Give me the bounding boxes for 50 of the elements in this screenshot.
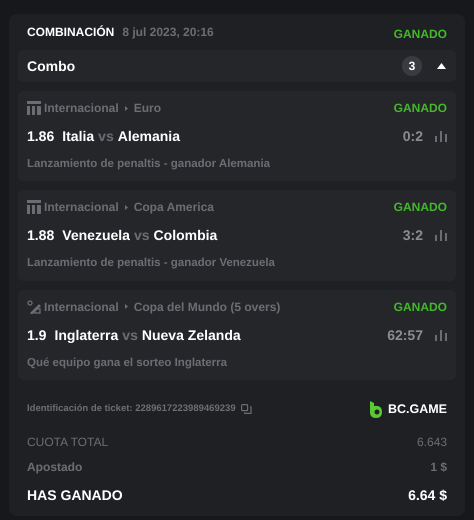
team-name: Alemania	[118, 127, 180, 146]
summary-value: 1 $	[430, 458, 447, 476]
team-name: Inglaterra	[54, 326, 118, 345]
logo-icon	[368, 400, 383, 418]
bet-date: 8 jul 2023, 20:16	[122, 24, 214, 41]
match-status: GANADO	[394, 199, 447, 216]
brand-name: BC.GAME	[388, 400, 447, 418]
combo-header[interactable]: Combo 3	[18, 50, 456, 82]
ticket-id: Identificación de ticket: 2289617223989469239	[27, 402, 236, 416]
summary-value: 6.643	[416, 434, 447, 450]
league-label: Copa del Mundo (5 overs)	[134, 298, 280, 316]
team-name: Colombia	[154, 226, 218, 246]
separator-icon	[124, 304, 128, 309]
summary-label: HAS GANADO	[27, 486, 123, 504]
summary-label: CUOTA TOTAL	[27, 434, 108, 450]
league-label: Copa America	[134, 199, 214, 216]
stats-icon[interactable]	[435, 330, 447, 340]
odds: 1.9	[27, 326, 46, 344]
team-name: Nueva Zelanda	[142, 326, 241, 344]
market-label: Lanzamiento de penaltis - ganador Alemania	[27, 157, 272, 172]
market-label: Qué equipo gana el sorteo Inglaterra	[27, 356, 228, 370]
team-name: Venezuela	[62, 226, 130, 246]
league-label: Internacional	[44, 100, 119, 117]
match-status: GANADO	[394, 298, 447, 316]
team-name: Italia	[62, 127, 94, 146]
combo-label: Combo	[27, 56, 76, 76]
count-badge: 3	[402, 56, 422, 76]
separator-icon	[124, 204, 128, 210]
score: 3:2	[402, 226, 423, 246]
match-status: GANADO	[394, 100, 447, 117]
bet-status: GANADO	[394, 26, 447, 43]
stats-icon[interactable]	[435, 131, 447, 142]
vs-label: vs	[122, 326, 138, 344]
caret-icon[interactable]	[437, 63, 446, 69]
vs-label: vs	[98, 127, 114, 146]
score: 0:2	[402, 127, 423, 146]
league-label: Internacional	[44, 298, 119, 316]
market-label: Lanzamiento de penaltis - ganador Venezuela	[27, 256, 276, 272]
league-label: Euro	[134, 100, 162, 117]
summary-label: Apostado	[27, 458, 82, 476]
odds: 1.86	[27, 127, 54, 146]
score: 62:57	[387, 326, 423, 344]
vs-label: vs	[134, 226, 150, 246]
copy-icon[interactable]	[240, 404, 252, 414]
summary-value: 6.64 $	[408, 486, 447, 504]
odds: 1.88	[27, 226, 54, 246]
stats-icon[interactable]	[435, 230, 447, 242]
separator-icon	[124, 106, 128, 110]
league-label: Internacional	[44, 199, 119, 216]
bet-type: COMBINACIÓN	[27, 24, 114, 41]
